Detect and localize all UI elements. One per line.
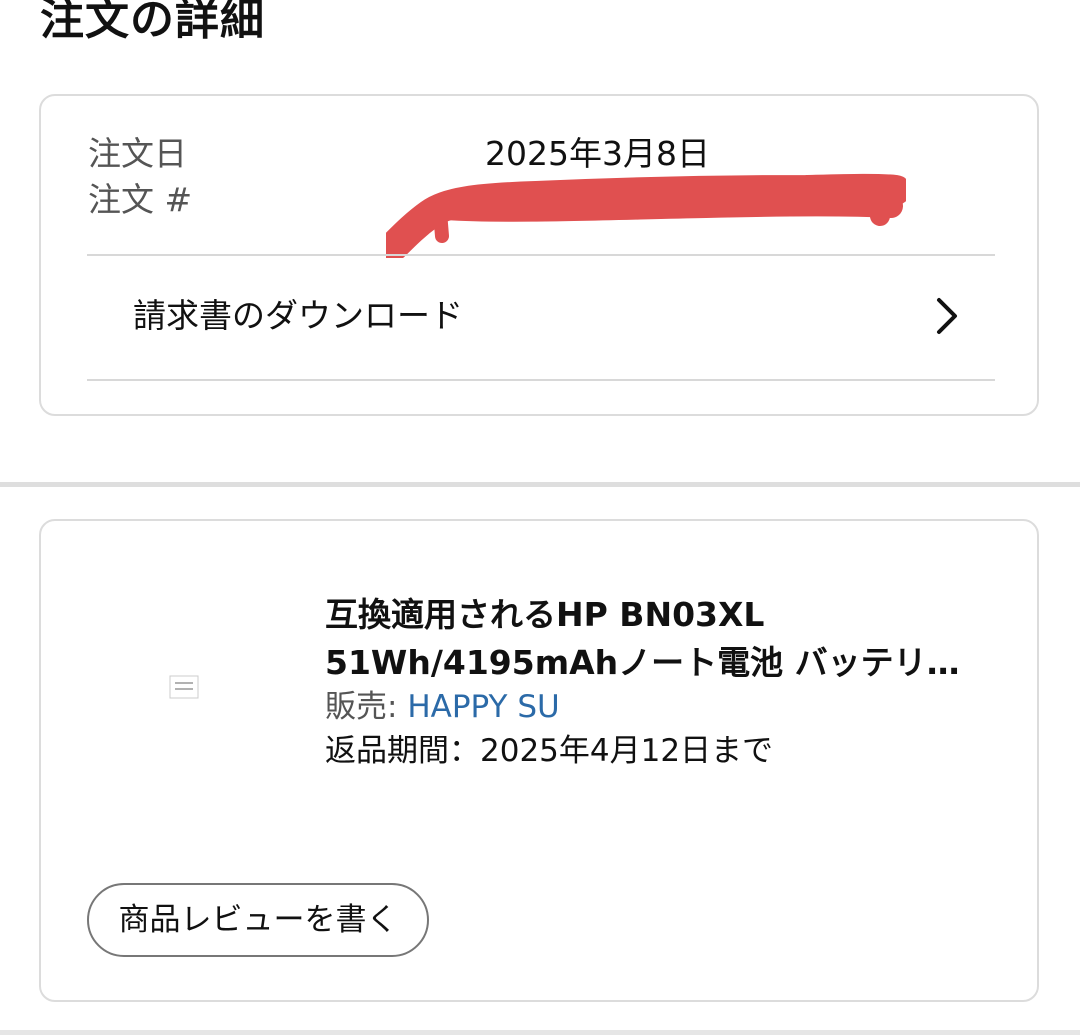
section-separator: [0, 1030, 1080, 1035]
order-details-card: 注文日 2025年3月8日 注文 # 請求書のダウンロード: [39, 94, 1039, 416]
download-invoice-label: 請求書のダウンロード: [133, 296, 463, 335]
order-number-label: 注文 #: [88, 180, 193, 219]
order-date-label: 注文日: [88, 134, 187, 173]
divider: [87, 379, 995, 381]
product-title-line: 互換適用されるHP BN03XL: [325, 595, 765, 634]
product-title-link[interactable]: 互換適用されるHP BN03XL 51Wh/4195mAhノート電池 バッテリ…: [325, 591, 985, 687]
redaction-scribble: [386, 173, 906, 258]
write-review-button[interactable]: 商品レビューを書く: [87, 883, 429, 957]
section-separator: [0, 482, 1080, 487]
seller-info: 販売: HAPPY SU: [325, 685, 560, 729]
order-item-card: 互換適用されるHP BN03XL 51Wh/4195mAhノート電池 バッテリ……: [39, 519, 1039, 1002]
seller-prefix: 販売:: [325, 689, 408, 725]
chevron-right-icon: [937, 298, 957, 334]
download-invoice-row[interactable]: 請求書のダウンロード: [87, 256, 995, 379]
page-title: 注文の詳細: [40, 0, 265, 45]
return-period-text: 返品期間：2025年4月12日まで: [325, 733, 774, 769]
product-title-line: 51Wh/4195mAhノート電池 バッテリ…: [325, 643, 960, 682]
seller-link[interactable]: HAPPY SU: [407, 689, 559, 725]
image-placeholder-icon[interactable]: [169, 675, 199, 699]
